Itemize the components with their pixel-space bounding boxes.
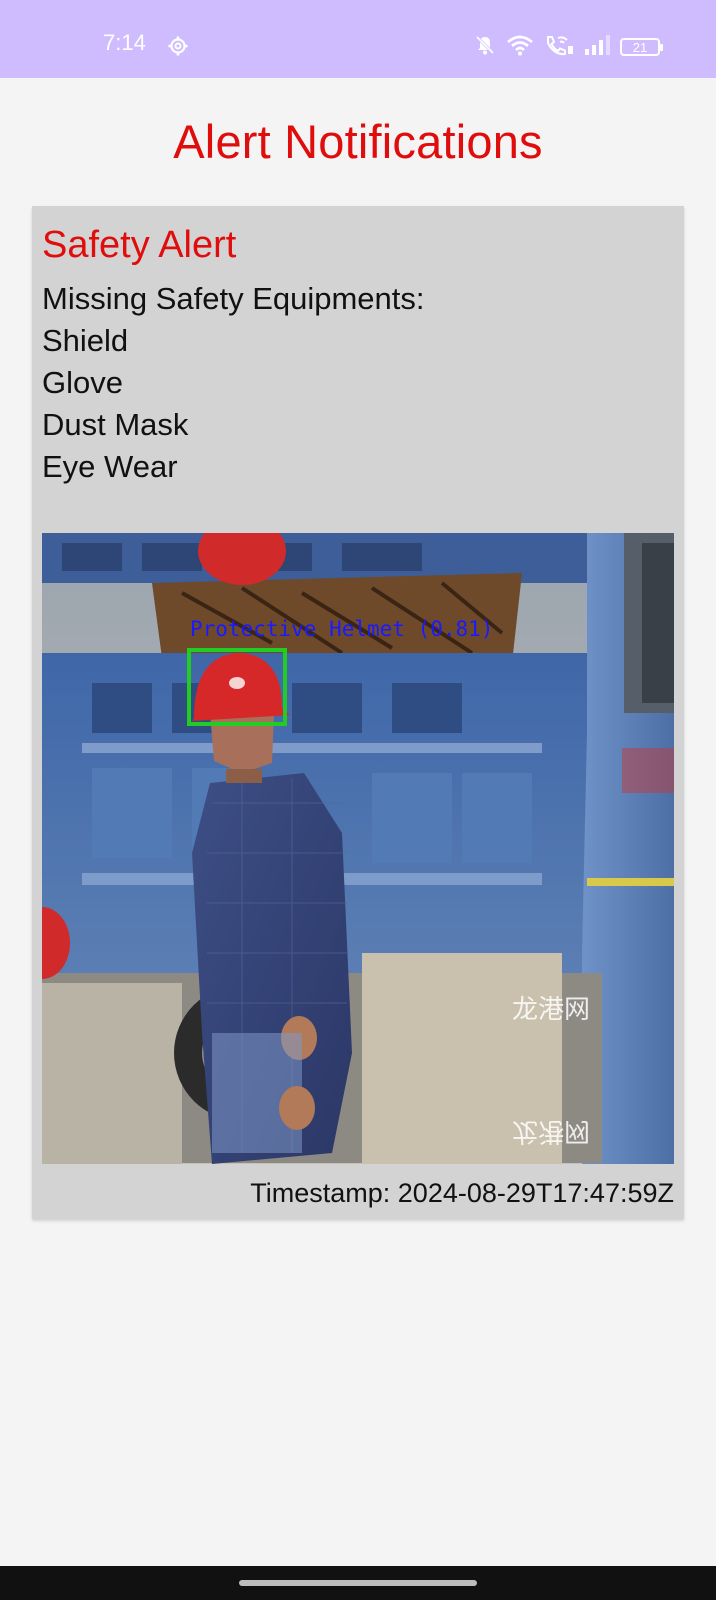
navigation-bar (0, 1566, 716, 1600)
missing-equipment-list: Missing Safety Equipments: Shield Glove … (42, 278, 425, 488)
battery-icon: 21 (620, 38, 663, 56)
alert-photo[interactable]: Protective Helmet (0.81) 龙港网 龙港网 (42, 533, 674, 1164)
detection-label: Protective Helmet (0.81) (190, 617, 493, 641)
missing-item: Shield (42, 323, 129, 358)
settings-gear-icon (168, 36, 188, 60)
status-bar: 7:14 21 (0, 0, 716, 78)
signal-icon (584, 35, 610, 59)
status-time: 7:14 (103, 30, 146, 55)
missing-equipment-label: Missing Safety Equipments: (42, 281, 425, 316)
wifi-icon (506, 34, 534, 60)
wifi-calling-icon (544, 34, 574, 60)
alert-title: Safety Alert (42, 224, 237, 266)
status-icons: 21 (474, 34, 663, 60)
missing-item: Dust Mask (42, 407, 189, 442)
alert-timestamp: Timestamp: 2024-08-29T17:47:59Z (250, 1178, 674, 1208)
bell-muted-icon (474, 34, 496, 60)
page-title: Alert Notifications (173, 115, 543, 168)
home-gesture-handle[interactable] (239, 1580, 477, 1586)
watermark-reflection: 龙港网 (512, 1116, 590, 1146)
alert-card[interactable]: Safety Alert Missing Safety Equipments: … (32, 206, 684, 1219)
watermark: 龙港网 (512, 995, 590, 1025)
missing-item: Eye Wear (42, 449, 178, 484)
missing-item: Glove (42, 365, 123, 400)
